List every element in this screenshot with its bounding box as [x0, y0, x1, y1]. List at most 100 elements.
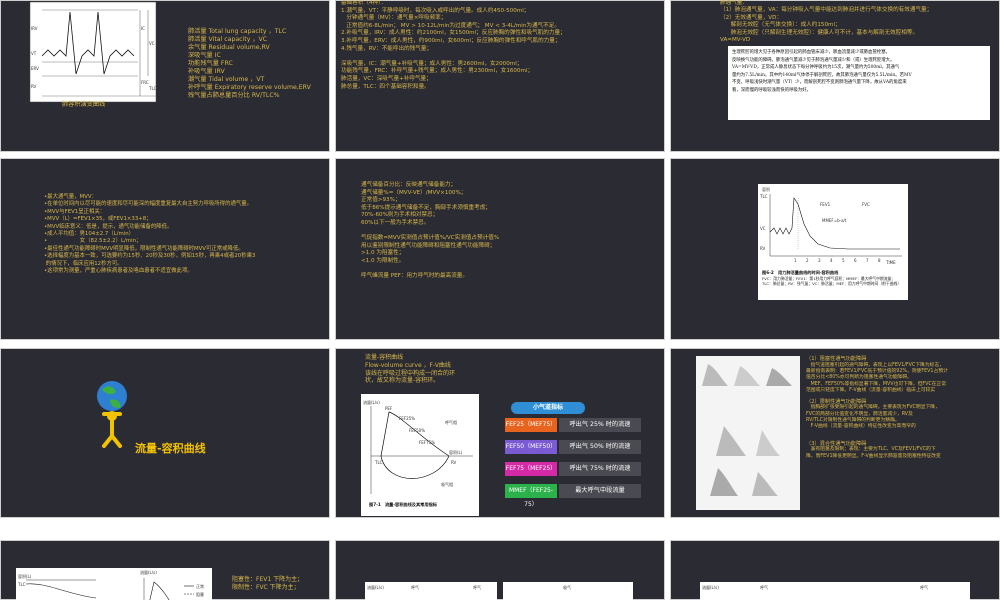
slide-8-thumbnail[interactable]: 流量-容积曲线 Flow-volume curve ，F-V曲线 该线在呼吸过程…: [335, 348, 665, 518]
axis-label-rv: RV: [31, 84, 37, 89]
slide-9-thumbnail[interactable]: （1）阻塞性通气功能障碍 指气道阻塞引起的通气障碍，表现上以FEV1/FVC下降…: [670, 348, 1000, 518]
fv-label-rv: RV: [451, 460, 457, 465]
slide-6-thumbnail[interactable]: 容积 TLC RV FEV1 FVC MMEF=b-a/t VC TIME 1 …: [670, 158, 1000, 340]
slide-12-thumbnail[interactable]: 流量(L/s) 呼气 呼气: [670, 540, 1000, 600]
indicator-code: FEF50（MEF50）: [505, 440, 557, 454]
slide-sorter-grid: IRV VT ERV RV IC VC FRC TLC 肺容积演变曲线 肺活量 …: [0, 0, 1000, 600]
label-erv: 补呼气量 Expiratory reserve volume,ERV: [188, 84, 311, 91]
slide-5-thumbnail[interactable]: 通气储备百分比：反映通气储备能力； 通气储量%=（MVV-VE）/MVV×100…: [335, 158, 665, 340]
label-irv: 补吸气量 IRV: [188, 68, 225, 75]
fvc-tick-8: 8: [878, 258, 881, 263]
fv-label-inspiration: 吸气相: [441, 481, 453, 487]
fvc-curve: 容积 TLC RV FEV1 FVC MMEF=b-a/t VC TIME 1 …: [759, 186, 902, 265]
ventilation-text: 肺通气量： （1）肺泡通气量，VA：每分钟吸入气量中能达到肺泡并进行气体交换的有…: [720, 0, 933, 44]
fv-axis-volume: 容积(L): [449, 449, 463, 455]
label-ic: 深吸气量 IC: [188, 52, 221, 59]
fv-label-fef50: FEF50%: [409, 428, 425, 433]
basic-volumes-text: 基础容积（4种）： 1.潮气量，VT：平静呼吸时，每次吸入或呼出的气量。成人约4…: [341, 0, 566, 90]
cmp-axis-volume: 容积(L): [18, 573, 32, 579]
disorder-text: （1）阻塞性通气功能障碍 指气道阻塞引起的通气障碍，表现上以FEV1/FVC下降…: [806, 356, 994, 460]
flow-volume-caption: 图7-1 流量-容积曲线及其常用指标: [369, 502, 437, 507]
fvc-label-vc: VC: [760, 226, 766, 231]
fvc-label-tlc: TLC: [759, 194, 768, 199]
fvc-tick-2: 2: [806, 258, 809, 263]
curve-a-label-exp: 呼气: [411, 584, 419, 590]
fv-label-expiration: 呼气相: [445, 419, 457, 425]
comparison-figure: 容积(L) TLC 流量(L/s) 正常 阻塞: [16, 568, 212, 600]
label-frc: 功能残气量 FRC: [188, 60, 233, 67]
fvc-tick-6: 6: [854, 258, 857, 263]
axis-label-tlc: TLC: [148, 86, 157, 91]
curve-a-label-exp2: 呼气: [473, 584, 481, 590]
slide-1-thumbnail[interactable]: IRV VT ERV RV IC VC FRC TLC 肺容积演变曲线 肺活量 …: [0, 0, 330, 152]
indicator-code: MMEF（FEF25-75）: [505, 484, 557, 508]
fvc-figure: 容积 TLC RV FEV1 FVC MMEF=b-a/t VC TIME 1 …: [758, 184, 908, 300]
fvc-axis-volume: 容积: [762, 186, 770, 192]
fv-label-fef25: FEF25%: [399, 416, 415, 421]
fvc-label-rv: RV: [760, 246, 766, 251]
label-vc: 肺活量 Vital capacity ，VC: [188, 36, 268, 43]
cmp-legend-obstructive: 阻塞: [196, 591, 204, 597]
curve-set-a: 流量(L/s) 呼气 呼气: [367, 584, 481, 590]
slide-11-thumbnail[interactable]: 流量(L/s) 呼气 呼气 吸气: [335, 540, 665, 600]
dead-space-panel: 生理死腔的增大见于各种原因引起的肺血管床减少，肺血流量减少或肺血管栓塞， 反映换…: [728, 46, 990, 120]
fvc-figure-caption: FVC：用力肺活量；FEV1：第1秒用力呼气容积；MMEF：最大呼气中期流量；T…: [762, 276, 902, 286]
disorder-curves: [702, 364, 792, 496]
slide-title: 流量-容积曲线: [135, 442, 206, 455]
label-tlc: 肺活量 Total lung capacity ，TLC: [188, 28, 287, 35]
slide-10-thumbnail[interactable]: 容积(L) TLC 流量(L/s) 正常 阻塞 阻塞性：FEV1 下降为主； 限…: [0, 540, 330, 600]
globe-figure-icon: [97, 381, 127, 448]
mvv-text: •最大通气量，MVV： •在单位时间内以尽可能的速度和尽可能深的幅度重复最大自主…: [44, 194, 256, 275]
fv-label-pef: PEF: [385, 406, 393, 411]
flow-volume-figure: 流量(L/s) PEF FEF25% FEF50% FEF75% 呼气相 容积(…: [361, 394, 479, 516]
curve-c-label-exp2: 呼气: [920, 584, 928, 590]
curve-c-label-exp: 呼气: [760, 584, 768, 590]
curve-set-b: 吸气: [563, 584, 571, 590]
curve-panel-b: 吸气: [503, 582, 633, 600]
curve-panel-c: 流量(L/s) 呼气 呼气: [700, 582, 970, 600]
fv-label-tlc: TLC: [374, 460, 383, 465]
cmp-axis-flow: 流量(L/s): [140, 569, 157, 575]
axis-label-vt: VT: [31, 51, 37, 56]
flow-volume-loop: 流量(L/s) PEF FEF25% FEF50% FEF75% 呼气相 容积(…: [363, 399, 473, 494]
slide-3-thumbnail[interactable]: 肺通气量： （1）肺泡通气量，VA：每分钟吸入气量中能达到肺泡并进行气体交换的有…: [670, 0, 1000, 152]
fvc-tick-1: 1: [794, 258, 797, 263]
obstructive-title: （1）阻塞性通气功能障碍: [806, 356, 867, 362]
curve-a-axis-flow: 流量(L/s): [367, 584, 384, 590]
fvc-tick-5: 5: [842, 258, 845, 263]
slide-7-thumbnail[interactable]: 流量-容积曲线: [0, 348, 330, 518]
lung-volume-labels: 肺活量 Total lung capacity ，TLC 肺活量 Vital c…: [188, 28, 311, 100]
disorder-curves-panel: [696, 356, 800, 510]
indicator-code: FEF25（MEF75）: [505, 418, 557, 432]
axis-label-erv: ERV: [31, 66, 39, 71]
indicator-desc: 呼出气 50% 时的流速: [559, 440, 641, 454]
curve-b-label-insp: 吸气: [563, 584, 571, 590]
indicator-code: FEF75（MEF25）: [505, 462, 557, 476]
curve-set-c: 流量(L/s) 呼气 呼气: [702, 584, 928, 590]
fvc-tick-3: 3: [818, 258, 821, 263]
axis-label-ic: IC: [141, 26, 145, 31]
axis-label-irv: IRV: [31, 26, 38, 31]
cmp-legend-normal: 正常: [196, 583, 204, 589]
fvc-tick-4: 4: [830, 258, 833, 263]
fvc-axis-time: TIME: [885, 260, 896, 265]
fvc-label-fev1: FEV1: [820, 202, 831, 207]
indicator-desc: 呼出气 25% 时的流速: [559, 418, 641, 432]
axis-label-vc: VC: [149, 41, 155, 46]
restrictive-text: 指胸部扩张受限引起的通气障碍。主要表现为FVC明显下降， FVC的两部分比值变化…: [806, 405, 940, 430]
fvc-label-mmef: MMEF=b-a/t: [822, 218, 847, 223]
diagram-caption: 肺容积演变曲线: [62, 101, 106, 108]
label-vt: 潮气量 Tidal volume ，VT: [188, 76, 265, 83]
label-rv-tlc: 残气量占肺总量百分比 RV/TLC%: [188, 92, 280, 99]
comparison-curves: 容积(L) TLC 流量(L/s) 正常 阻塞: [17, 569, 204, 600]
axis-label-frc: FRC: [141, 80, 149, 85]
slide-4-thumbnail[interactable]: •最大通气量，MVV： •在单位时间内以尽可能的速度和尽可能深的幅度重复最大自主…: [0, 158, 330, 340]
indicator-desc: 呼出气 75% 时的流速: [559, 462, 641, 476]
fv-axis-flow: 流量(L/s): [363, 399, 380, 405]
curve-c-axis-flow: 流量(L/s): [702, 584, 719, 590]
indicator-desc: 最大呼气中段流量: [559, 484, 641, 498]
dead-space-text: 生理死腔的增大见于各种原因引起的肺血管床减少，肺血流量减少或肺血管栓塞， 反映换…: [732, 50, 912, 93]
fvc-figure-title: 图6-2 用力肺活量曲线的时间-容积曲线: [762, 270, 839, 275]
flow-volume-intro: 流量-容积曲线 Flow-volume curve ，F-V曲线 该线在呼吸过程…: [365, 354, 456, 385]
slide-2-thumbnail[interactable]: 基础容积（4种）： 1.潮气量，VT：平静呼吸时，每次吸入或呼出的气量。成人约4…: [335, 0, 665, 152]
